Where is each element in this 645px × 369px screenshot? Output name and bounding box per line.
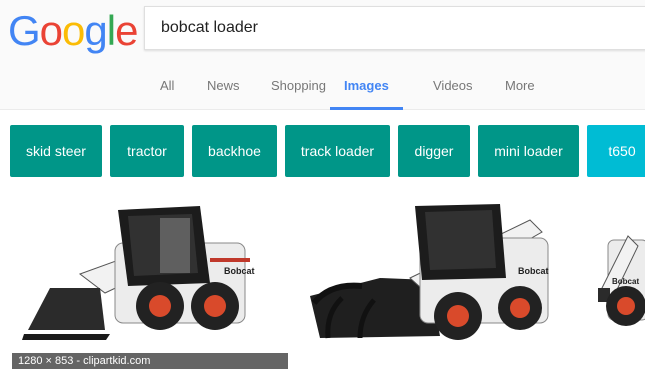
image-result[interactable]: Bobcat 1280 × 853 - clipartkid.com	[10, 188, 290, 369]
tab-all[interactable]: All	[160, 76, 174, 110]
chip-backhoe[interactable]: backhoe	[192, 125, 277, 177]
logo-letter: e	[115, 7, 138, 54]
skid-steer-grapple-image: Bobcat	[310, 204, 549, 340]
skid-steer-loader-image: Bobcat	[22, 206, 255, 340]
chip-skid-steer[interactable]: skid steer	[10, 125, 102, 177]
tab-videos[interactable]: Videos	[433, 76, 473, 110]
search-header: Google All News Shopping Images Videos M…	[0, 0, 645, 110]
chip-label: skid steer	[26, 143, 86, 159]
logo-letter: o	[39, 7, 63, 54]
logo-letter: o	[62, 7, 85, 54]
tab-images[interactable]: Images	[330, 76, 403, 110]
google-logo[interactable]: Google	[8, 7, 138, 54]
chip-label: digger	[414, 143, 454, 159]
brand-label: Bobcat	[612, 277, 639, 286]
logo-letter: G	[8, 7, 41, 54]
chip-label: backhoe	[208, 143, 261, 159]
search-tabs: All News Shopping Images Videos More	[0, 76, 645, 110]
image-result[interactable]: Bobcat	[598, 188, 645, 369]
image-results: Bobcat 1280 × 853 - clipartkid.com Bobca…	[0, 188, 645, 369]
chip-t650[interactable]: t650	[587, 125, 645, 177]
tab-news[interactable]: News	[207, 76, 240, 110]
tab-more[interactable]: More	[505, 76, 535, 110]
tab-label: News	[207, 78, 240, 93]
related-search-chips: skid steer tractor backhoe track loader …	[0, 125, 645, 177]
chip-label: mini loader	[494, 143, 563, 159]
chip-label: t650	[608, 143, 636, 159]
image-result[interactable]: Bobcat	[300, 188, 560, 369]
chip-tractor[interactable]: tractor	[110, 125, 184, 177]
logo-letter: l	[106, 7, 116, 54]
logo-letter: g	[84, 7, 107, 54]
tab-label: All	[160, 78, 175, 93]
tab-label: Videos	[433, 78, 473, 93]
caption-text: 1280 × 853 - clipartkid.com	[18, 355, 151, 367]
chip-digger[interactable]: digger	[398, 125, 470, 177]
brand-label: Bobcat	[224, 266, 255, 276]
search-box[interactable]	[144, 6, 645, 50]
brand-label: Bobcat	[518, 266, 549, 276]
search-input[interactable]	[161, 19, 561, 37]
chip-track-loader[interactable]: track loader	[285, 125, 390, 177]
tab-label: More	[505, 78, 535, 93]
tab-label: Images	[344, 78, 389, 93]
tab-shopping[interactable]: Shopping	[271, 76, 326, 110]
chip-label: tractor	[127, 143, 167, 159]
chip-mini-loader[interactable]: mini loader	[478, 125, 579, 177]
chip-label: track loader	[300, 143, 375, 159]
skid-steer-partial-image: Bobcat	[598, 235, 645, 326]
tab-label: Shopping	[271, 78, 326, 93]
image-size-caption: 1280 × 853 - clipartkid.com	[12, 353, 288, 369]
